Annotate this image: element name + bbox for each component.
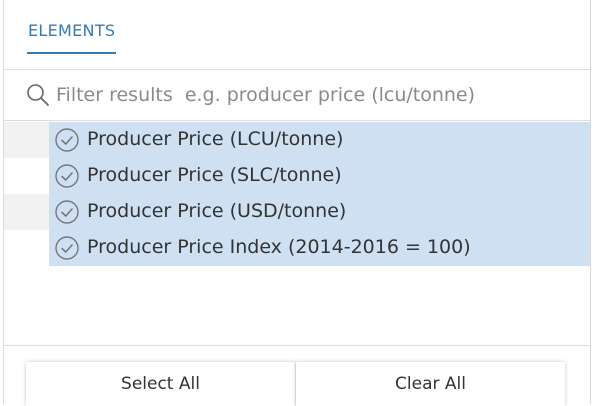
clear-all-button[interactable]: Clear All	[296, 362, 565, 406]
check-circle-icon	[55, 164, 79, 188]
list-item-label: Producer Price Index (2014-2016 = 100)	[87, 236, 471, 258]
row-stripe	[4, 230, 49, 266]
list-item: Producer Price Index (2014-2016 = 100)	[4, 230, 590, 266]
row-stripe	[4, 158, 49, 194]
row-stripe	[4, 122, 49, 158]
elements-panel: ELEMENTS Producer Price (LCU/tonne)	[3, 0, 591, 406]
tab-bar: ELEMENTS	[4, 0, 590, 70]
list-item-option[interactable]: Producer Price (SLC/tonne)	[49, 158, 590, 194]
select-all-button[interactable]: Select All	[26, 362, 295, 406]
check-circle-icon	[55, 236, 79, 260]
list-item: Producer Price (SLC/tonne)	[4, 158, 590, 194]
list-item-option[interactable]: Producer Price (LCU/tonne)	[49, 122, 590, 158]
check-circle-icon	[55, 128, 79, 152]
tab-elements[interactable]: ELEMENTS	[27, 21, 117, 54]
list-item: Producer Price (USD/tonne)	[4, 194, 590, 230]
list-item-option[interactable]: Producer Price (USD/tonne)	[49, 194, 590, 230]
list-item-label: Producer Price (LCU/tonne)	[87, 128, 344, 150]
filter-input[interactable]	[56, 80, 576, 110]
list-item-label: Producer Price (USD/tonne)	[87, 200, 347, 222]
element-list: Producer Price (LCU/tonne) Producer Pric…	[4, 122, 590, 346]
list-item-option[interactable]: Producer Price Index (2014-2016 = 100)	[49, 230, 590, 266]
list-item-label: Producer Price (SLC/tonne)	[87, 164, 342, 186]
search-icon	[27, 84, 49, 106]
filter-bar	[4, 70, 590, 121]
check-circle-icon	[55, 200, 79, 224]
row-stripe	[4, 194, 49, 230]
list-item: Producer Price (LCU/tonne)	[4, 122, 590, 158]
